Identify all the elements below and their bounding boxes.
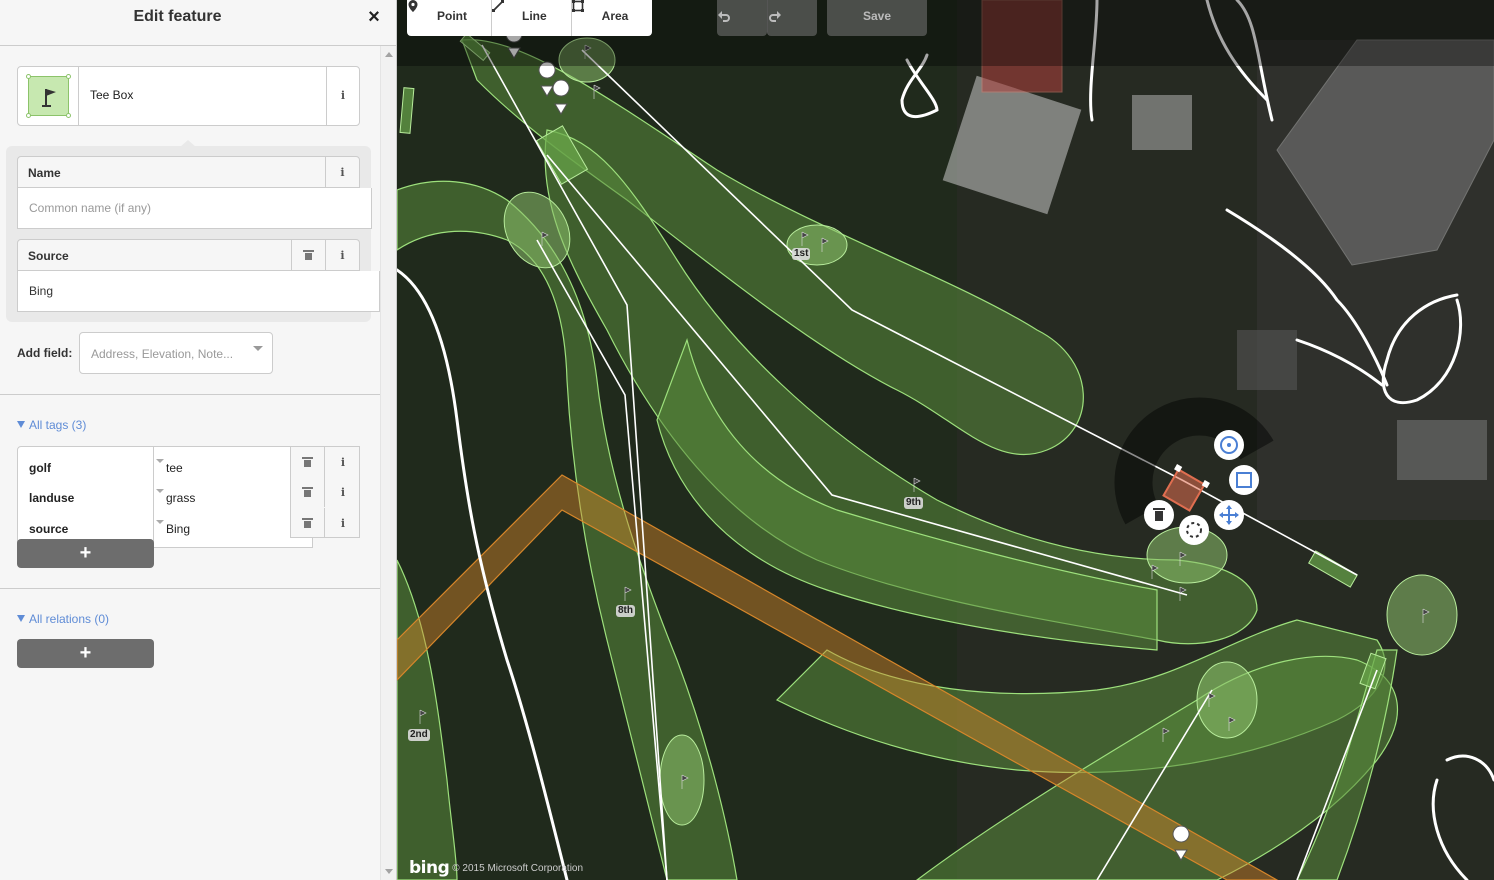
- tag-remove-button[interactable]: [291, 447, 325, 477]
- circularize-button[interactable]: [1214, 430, 1244, 460]
- tag-remove-button[interactable]: [291, 477, 325, 507]
- preset-selector[interactable]: Tee Box i: [17, 66, 360, 126]
- info-icon: i: [340, 456, 346, 469]
- info-icon: i: [340, 166, 345, 179]
- name-field-label: Name i: [17, 156, 360, 188]
- redo-button[interactable]: [767, 0, 817, 36]
- sidebar-scrollbar[interactable]: [380, 46, 396, 880]
- map-imagery: [397, 0, 1494, 880]
- all-tags-label: All tags (3): [29, 418, 87, 432]
- chevron-down-icon: [253, 346, 263, 351]
- source-field-label: Source i: [17, 239, 360, 271]
- line-label: Line: [522, 9, 547, 23]
- disclosure-triangle-icon: [17, 615, 25, 622]
- close-button[interactable]: ×: [364, 6, 384, 30]
- info-icon: i: [340, 486, 346, 499]
- point-label: Point: [437, 9, 467, 23]
- tag-remove-button[interactable]: [291, 508, 325, 538]
- redo-icon: [769, 11, 781, 22]
- name-info-button[interactable]: i: [325, 157, 359, 187]
- undo-icon: [718, 11, 730, 22]
- hole-label[interactable]: 8th: [616, 605, 635, 617]
- attribution-text: © 2015 Microsoft Corporation: [452, 863, 584, 874]
- all-relations-label: All relations (0): [29, 612, 110, 626]
- source-field-input[interactable]: Bing: [17, 271, 380, 312]
- mode-buttons: Point Line Area: [407, 0, 653, 36]
- all-relations-toggle[interactable]: All relations (0): [17, 612, 109, 626]
- inspector-header: Edit feature ×: [0, 0, 396, 46]
- square-icon: [1236, 472, 1252, 488]
- area-label: Area: [601, 9, 629, 23]
- save-button[interactable]: Save: [827, 0, 927, 36]
- add-field-label: Add field:: [17, 346, 73, 360]
- info-icon: i: [340, 89, 346, 102]
- add-field-combobox[interactable]: Address, Elevation, Note...: [79, 332, 273, 374]
- info-icon: i: [340, 249, 345, 262]
- flag-icon: [26, 74, 71, 118]
- info-icon: i: [340, 517, 346, 530]
- delete-button[interactable]: [1144, 500, 1174, 530]
- hole-label[interactable]: 2nd: [408, 729, 430, 741]
- circularize-icon: [1220, 436, 1238, 454]
- add-line-button[interactable]: Line: [492, 0, 572, 36]
- chevron-down-icon: [156, 520, 164, 524]
- divider: [0, 588, 381, 589]
- source-info-button[interactable]: i: [325, 240, 359, 270]
- hole-label[interactable]: 9th: [904, 497, 923, 509]
- hole-label[interactable]: 1st: [792, 248, 811, 260]
- tag-value-input[interactable]: grass: [166, 491, 195, 505]
- trash-icon: [1153, 508, 1165, 521]
- preset-info-button[interactable]: i: [326, 67, 359, 125]
- move-icon: [1219, 505, 1239, 525]
- tag-keys-column: golf landuse source: [17, 446, 154, 548]
- trash-icon: [302, 457, 313, 467]
- move-button[interactable]: [1214, 500, 1244, 530]
- preset-name: Tee Box: [90, 88, 134, 102]
- scroll-up-icon[interactable]: [385, 52, 393, 57]
- all-tags-toggle[interactable]: All tags (3): [17, 418, 86, 432]
- tag-value-input[interactable]: Bing: [166, 522, 190, 536]
- tag-info-button[interactable]: i: [326, 508, 360, 538]
- point-icon: [408, 0, 418, 12]
- add-area-button[interactable]: Area: [571, 0, 653, 36]
- map-canvas[interactable]: 1st 9th 8th 2nd Point Line Area Save bin…: [397, 0, 1494, 880]
- source-label-text: Source: [28, 249, 69, 263]
- inspector-title: Edit feature: [133, 8, 222, 25]
- chevron-down-icon: [156, 489, 164, 493]
- imagery-attribution[interactable]: bing © 2015 Microsoft Corporation: [409, 858, 583, 878]
- bing-logo: bing: [409, 858, 450, 878]
- tag-info-button[interactable]: i: [326, 477, 360, 507]
- tag-key-input[interactable]: golf: [29, 461, 51, 475]
- trash-icon: [302, 518, 313, 528]
- add-point-button[interactable]: Point: [407, 0, 492, 36]
- reshape-icon: [1186, 522, 1202, 538]
- tag-key-input[interactable]: landuse: [29, 491, 74, 505]
- preset-icon-box[interactable]: [18, 67, 79, 125]
- name-label-text: Name: [28, 166, 61, 180]
- orthogonalize-button[interactable]: [1229, 465, 1259, 495]
- source-value: Bing: [29, 284, 54, 298]
- line-icon: [492, 0, 504, 12]
- undo-button[interactable]: [717, 0, 767, 36]
- disclosure-triangle-icon: [17, 421, 25, 428]
- tag-info-button[interactable]: i: [326, 447, 360, 477]
- inspector-sidebar: Edit feature × Tee Box i Name i Common n…: [0, 0, 397, 880]
- tag-value-input[interactable]: tee: [166, 461, 183, 475]
- add-field-placeholder: Address, Elevation, Note...: [91, 347, 234, 361]
- chevron-down-icon: [156, 459, 164, 463]
- trash-icon: [302, 487, 313, 497]
- add-relation-button[interactable]: +: [17, 639, 154, 668]
- tag-action-buttons: i i i: [290, 446, 360, 538]
- divider: [0, 394, 381, 395]
- area-icon: [571, 0, 584, 12]
- add-tag-button[interactable]: +: [17, 539, 154, 568]
- disconnect-button[interactable]: [1179, 515, 1209, 545]
- scroll-down-icon[interactable]: [385, 869, 393, 874]
- name-field-input[interactable]: Common name (if any): [17, 188, 372, 229]
- source-remove-button[interactable]: [291, 240, 325, 270]
- tag-key-input[interactable]: source: [29, 522, 68, 536]
- trash-icon: [303, 250, 314, 260]
- name-placeholder: Common name (if any): [29, 201, 152, 215]
